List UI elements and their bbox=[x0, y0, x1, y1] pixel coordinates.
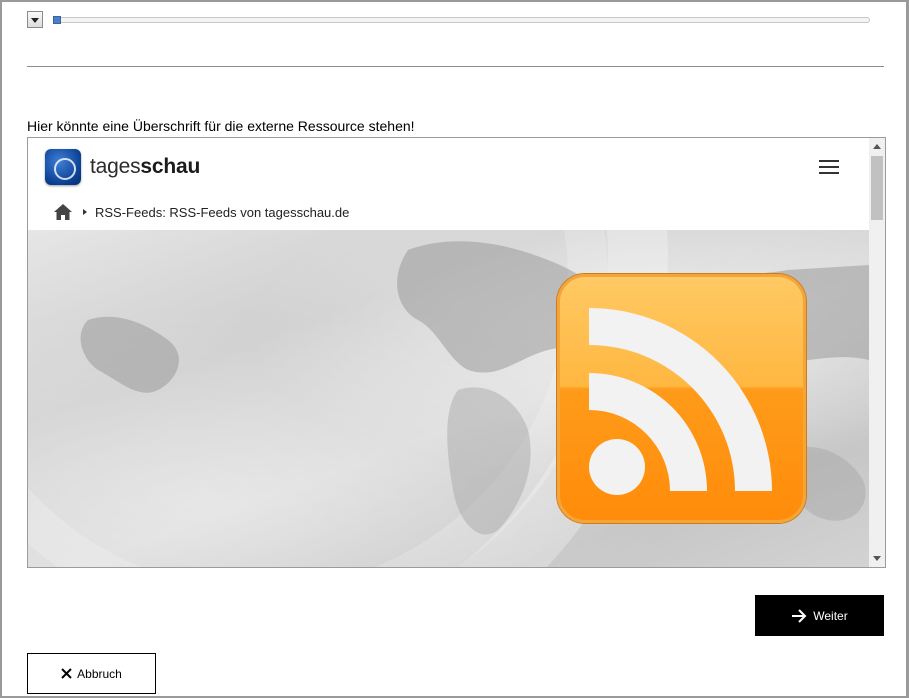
next-button-label: Weiter bbox=[813, 608, 848, 623]
chevron-down-icon bbox=[31, 18, 39, 23]
progress-indicator bbox=[53, 16, 61, 24]
hamburger-menu-icon[interactable] bbox=[819, 159, 839, 175]
embedded-page: tagesschau RSS-Feeds: RSS-Feeds von tage… bbox=[28, 138, 869, 567]
brand-name[interactable]: tagesschau bbox=[90, 155, 200, 179]
embedded-scrollbar[interactable] bbox=[869, 138, 885, 567]
breadcrumb-text[interactable]: RSS-Feeds: RSS-Feeds von tagesschau.de bbox=[95, 205, 349, 220]
dropdown-toggle-button[interactable] bbox=[27, 11, 43, 28]
scroll-up-icon[interactable] bbox=[873, 144, 881, 149]
dialog-frame: Hier könnte eine Überschrift für die ext… bbox=[0, 0, 909, 698]
tagesschau-logo-icon[interactable] bbox=[45, 149, 81, 185]
breadcrumb-caret-icon bbox=[83, 209, 87, 215]
cancel-button[interactable]: Abbruch bbox=[27, 653, 156, 694]
cancel-button-label: Abbruch bbox=[77, 666, 122, 681]
arrow-right-icon bbox=[792, 608, 807, 623]
breadcrumb: RSS-Feeds: RSS-Feeds von tagesschau.de bbox=[53, 202, 349, 222]
home-icon[interactable] bbox=[53, 203, 73, 221]
next-button[interactable]: Weiter bbox=[755, 595, 884, 636]
embedded-header: tagesschau bbox=[28, 138, 869, 196]
brand-bold: schau bbox=[140, 155, 201, 178]
brand-light: tages bbox=[90, 155, 141, 178]
divider bbox=[27, 66, 884, 67]
external-resource-frame[interactable]: tagesschau RSS-Feeds: RSS-Feeds von tage… bbox=[27, 137, 886, 568]
hero-image bbox=[28, 230, 869, 567]
progress-bar bbox=[53, 16, 870, 24]
close-icon bbox=[61, 668, 72, 679]
resource-heading: Hier könnte eine Überschrift für die ext… bbox=[27, 118, 415, 134]
rss-icon bbox=[557, 274, 806, 523]
scrollbar-thumb[interactable] bbox=[871, 156, 883, 220]
scroll-down-icon[interactable] bbox=[873, 556, 881, 561]
